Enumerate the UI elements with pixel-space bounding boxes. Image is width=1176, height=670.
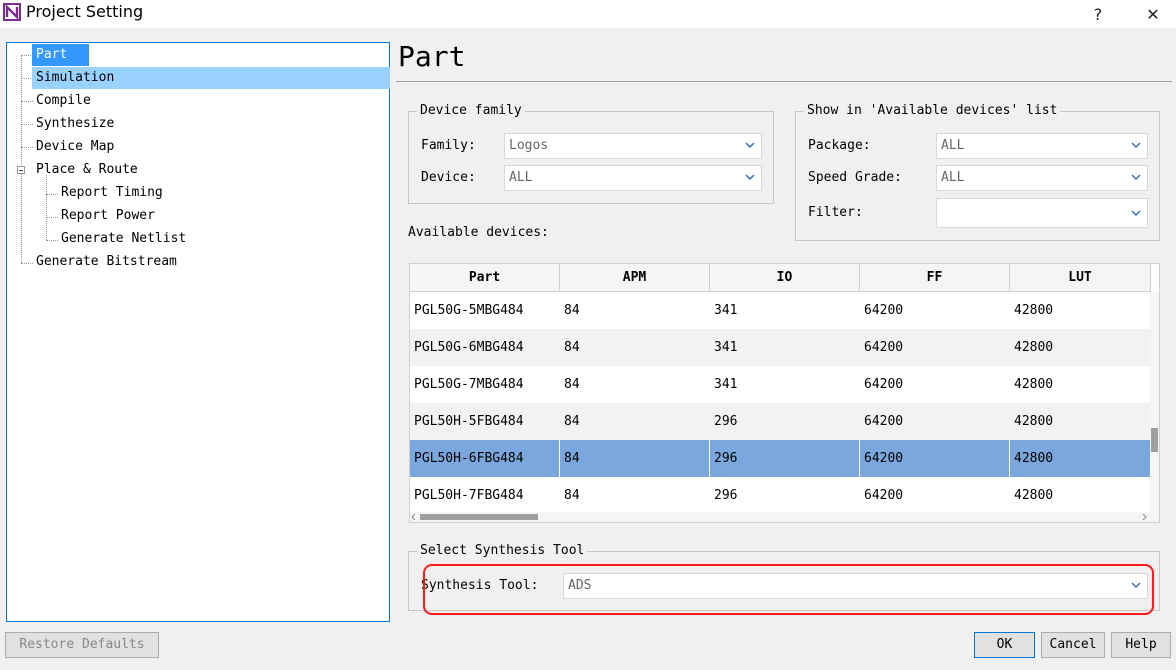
cell-ff: 64200: [864, 303, 904, 318]
tree-item-device-map[interactable]: Device Map: [32, 136, 114, 158]
cell-apm: 84: [564, 488, 580, 503]
cell-apm: 84: [564, 340, 580, 355]
cell-io: 341: [714, 340, 738, 355]
device-label: Device:: [421, 170, 476, 185]
cell-lut: 42800: [1014, 488, 1054, 503]
cell-part: PGL50G-7MBG484: [414, 377, 524, 392]
column-header-ff[interactable]: FF: [860, 264, 1010, 292]
speed-grade-select[interactable]: ALL: [936, 165, 1148, 191]
device-family-legend: Device family: [417, 103, 525, 118]
package-select[interactable]: ALL: [936, 133, 1148, 159]
show-list-legend: Show in 'Available devices' list: [804, 103, 1061, 118]
family-select[interactable]: Logos: [504, 133, 762, 159]
tree-item-generate-netlist[interactable]: Generate Netlist: [57, 228, 186, 250]
column-header-io[interactable]: IO: [710, 264, 860, 292]
cancel-button[interactable]: Cancel: [1041, 632, 1105, 658]
chevron-down-icon: [1131, 174, 1141, 180]
tree-item-place-route[interactable]: Place & Route: [32, 159, 138, 181]
app-logo-icon: [3, 3, 21, 21]
cell-ff: 64200: [864, 340, 904, 355]
device-select[interactable]: ALL: [504, 165, 762, 191]
tree-item-report-power[interactable]: Report Power: [57, 205, 155, 227]
cell-lut: 42800: [1014, 340, 1054, 355]
chevron-down-icon: [1131, 142, 1141, 148]
cell-ff: 64200: [864, 414, 904, 429]
scroll-left-icon[interactable]: [411, 514, 417, 520]
cell-lut: 42800: [1014, 451, 1054, 466]
package-select-value: ALL: [941, 138, 965, 153]
cell-lut: 42800: [1014, 377, 1054, 392]
window-title: Project Setting: [26, 2, 144, 21]
column-header-lut[interactable]: LUT: [1010, 264, 1151, 292]
tree-item-part[interactable]: Part: [32, 44, 89, 66]
cell-ff: 64200: [864, 377, 904, 392]
table-row-selected[interactable]: PGL50H-6FBG484 84 296 64200 42800: [410, 440, 1151, 477]
cell-ff: 64200: [864, 488, 904, 503]
cell-part: PGL50G-5MBG484: [414, 303, 524, 318]
help-titlebar-button[interactable]: ?: [1075, 0, 1121, 28]
package-label: Package:: [808, 138, 871, 153]
tree-item-simulation[interactable]: Simulation: [32, 67, 390, 89]
cell-io: 296: [714, 488, 738, 503]
cell-apm: 84: [560, 440, 710, 477]
tree-item-compile[interactable]: Compile: [32, 90, 91, 112]
column-header-part[interactable]: Part: [410, 264, 560, 292]
ok-button[interactable]: OK: [974, 632, 1035, 658]
table-row[interactable]: PGL50G-6MBG484 84 341 64200 42800: [410, 329, 1151, 366]
filter-label: Filter:: [808, 205, 863, 220]
table-vertical-scrollbar[interactable]: [1150, 292, 1159, 514]
cell-io: 341: [714, 303, 738, 318]
cell-ff: 64200: [860, 440, 1010, 477]
collapse-place-route-icon[interactable]: [17, 166, 25, 174]
filter-combo[interactable]: [936, 198, 1148, 228]
chevron-down-icon: [745, 142, 755, 148]
tree-item-report-timing[interactable]: Report Timing: [57, 182, 163, 204]
table-row[interactable]: PGL50H-5FBG484 84 296 64200 42800: [410, 403, 1151, 440]
synthesis-tool-legend: Select Synthesis Tool: [417, 543, 588, 558]
speed-grade-label: Speed Grade:: [808, 170, 902, 185]
scroll-right-icon[interactable]: [1141, 514, 1147, 520]
cell-io: 296: [710, 440, 860, 477]
horizontal-scroll-thumb[interactable]: [420, 514, 538, 520]
device-select-value: ALL: [509, 170, 533, 185]
table-horizontal-scrollbar[interactable]: [410, 512, 1159, 522]
vertical-scroll-thumb[interactable]: [1151, 428, 1158, 452]
tree-item-generate-bitstream[interactable]: Generate Bitstream: [32, 251, 177, 273]
cell-lut: 42800: [1014, 303, 1054, 318]
table-row[interactable]: PGL50H-7FBG484 84 296 64200 42800: [410, 477, 1151, 514]
red-annotation-outline: [423, 564, 1154, 615]
cell-io: 341: [714, 377, 738, 392]
family-select-value: Logos: [509, 138, 549, 153]
cell-part: PGL50H-6FBG484: [410, 440, 560, 477]
chevron-down-icon: [745, 174, 755, 180]
title-divider: [396, 81, 1172, 82]
cell-io: 296: [714, 414, 738, 429]
devices-table[interactable]: Part APM IO FF LUT PGL50G-5MBG484 84 341…: [409, 263, 1160, 523]
settings-tree[interactable]: Part Simulation Compile Synthesize Devic…: [6, 42, 390, 622]
available-devices-label: Available devices:: [408, 225, 549, 240]
close-window-button[interactable]: ✕: [1130, 0, 1176, 28]
cell-part: PGL50H-5FBG484: [414, 414, 524, 429]
cell-part: PGL50G-6MBG484: [414, 340, 524, 355]
column-header-apm[interactable]: APM: [560, 264, 710, 292]
page-title: Part: [398, 40, 466, 73]
cell-apm: 84: [564, 414, 580, 429]
cell-apm: 84: [564, 303, 580, 318]
help-button[interactable]: Help: [1111, 632, 1171, 658]
cell-apm: 84: [564, 377, 580, 392]
speed-grade-select-value: ALL: [941, 170, 965, 185]
title-bar: Project Setting ? ✕: [0, 0, 1176, 28]
family-label: Family:: [421, 138, 476, 153]
cell-lut: 42800: [1014, 414, 1054, 429]
chevron-down-icon: [1131, 210, 1141, 216]
restore-defaults-button[interactable]: Restore Defaults: [5, 632, 159, 658]
cell-part: PGL50H-7FBG484: [414, 488, 524, 503]
table-row[interactable]: PGL50G-5MBG484 84 341 64200 42800: [410, 292, 1151, 329]
table-row[interactable]: PGL50G-7MBG484 84 341 64200 42800: [410, 366, 1151, 403]
tree-item-synthesize[interactable]: Synthesize: [32, 113, 114, 135]
